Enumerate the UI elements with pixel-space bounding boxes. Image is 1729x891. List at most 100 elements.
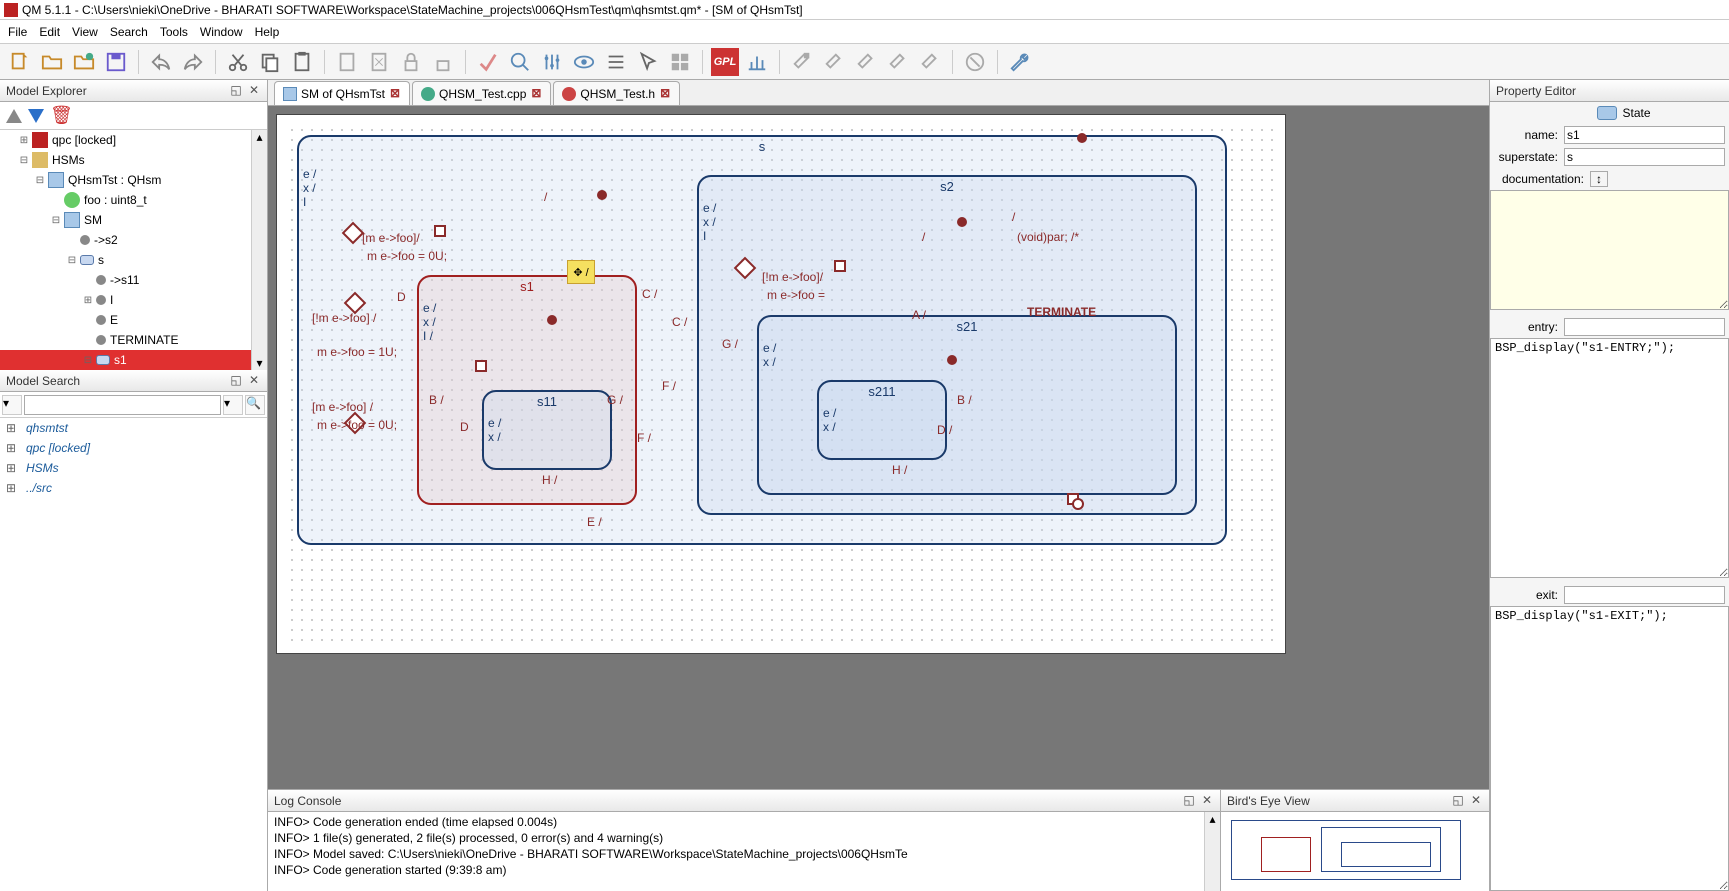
initial-s[interactable] [597, 190, 607, 200]
close-icon[interactable]: ✕ [1200, 794, 1214, 808]
menu-search[interactable]: Search [110, 25, 148, 39]
hammer3-button[interactable] [852, 48, 880, 76]
tree-item-i[interactable]: ⊞I [0, 290, 267, 310]
tree-item-sm[interactable]: ⊟SM [0, 210, 267, 230]
menu-window[interactable]: Window [200, 25, 243, 39]
terminate-pseudo[interactable] [1072, 498, 1084, 510]
grid-button[interactable] [666, 48, 694, 76]
redo-button[interactable] [179, 48, 207, 76]
initial-top[interactable] [1077, 133, 1087, 143]
property-entry-header[interactable] [1564, 318, 1725, 336]
move-cursor-icon[interactable]: ✥ / [567, 260, 595, 284]
tree-item-e[interactable]: E [0, 310, 267, 330]
paste-button[interactable] [288, 48, 316, 76]
close-icon[interactable]: ✕ [247, 374, 261, 388]
menu-view[interactable]: View [72, 25, 98, 39]
close-icon[interactable]: ✕ [1469, 794, 1483, 808]
move-down-icon[interactable] [28, 109, 44, 123]
stop-button[interactable] [961, 48, 989, 76]
initial-s21[interactable] [947, 355, 957, 365]
hammer4-button[interactable] [884, 48, 912, 76]
tree-item-terminate[interactable]: TERMINATE [0, 330, 267, 350]
state-s11[interactable]: s11 e / x / [482, 390, 612, 470]
hammer5-button[interactable] [916, 48, 944, 76]
search-input[interactable] [24, 395, 221, 415]
measure-button[interactable] [743, 48, 771, 76]
search-dropdown2-icon[interactable]: ▾ [223, 395, 243, 415]
move-up-icon[interactable] [6, 109, 22, 123]
tab-sm[interactable]: SM of QHsmTst ⊠ [274, 81, 410, 105]
initial-s1[interactable] [547, 315, 557, 325]
hammer1-button[interactable] [788, 48, 816, 76]
log-console[interactable]: INFO> Code generation ended (time elapse… [268, 812, 1204, 891]
tab-h[interactable]: QHSM_Test.h ⊠ [553, 81, 680, 105]
model-explorer-tree[interactable]: ⊞qpc [locked] ⊟HSMs ⊟QHsmTst : QHsm foo … [0, 130, 267, 370]
search-result-qhsmtst[interactable]: ⊞qhsmtst [0, 418, 267, 438]
clean-marks-button[interactable] [474, 48, 502, 76]
cut-button[interactable] [224, 48, 252, 76]
search-result-qpc[interactable]: ⊞qpc [locked] [0, 438, 267, 458]
pointer-button[interactable] [634, 48, 662, 76]
restore-icon[interactable]: ◱ [1451, 794, 1465, 808]
history-s[interactable] [434, 225, 446, 237]
menu-file[interactable]: File [8, 25, 27, 39]
property-superstate-input[interactable] [1564, 148, 1725, 166]
wrench-button[interactable] [1006, 48, 1034, 76]
new-model-button[interactable] [6, 48, 34, 76]
tree-item-qhsmtst[interactable]: ⊟QHsmTst : QHsm [0, 170, 267, 190]
search-go-icon[interactable]: 🔍 [245, 395, 265, 415]
list-button[interactable] [602, 48, 630, 76]
history-s11[interactable] [475, 360, 487, 372]
tree-item-s[interactable]: ⊟s [0, 250, 267, 270]
property-doc-textarea[interactable] [1490, 190, 1729, 310]
state-s211[interactable]: s211 e / x / [817, 380, 947, 460]
close-icon[interactable]: ✕ [247, 84, 261, 98]
history-s2[interactable] [834, 260, 846, 272]
preview-button[interactable] [570, 48, 598, 76]
property-name-input[interactable] [1564, 126, 1725, 144]
close-icon[interactable]: ⊠ [659, 88, 671, 100]
property-exit-header[interactable] [1564, 586, 1725, 604]
initial-s2[interactable] [957, 217, 967, 227]
copy-button[interactable] [256, 48, 284, 76]
clean-button[interactable] [365, 48, 393, 76]
scrollbar[interactable]: ▴ [1204, 812, 1220, 891]
tree-item-to-s11[interactable]: ->s11 [0, 270, 267, 290]
search-dropdown-icon[interactable]: ▾ [2, 395, 22, 415]
close-icon[interactable]: ⊠ [530, 88, 542, 100]
search-result-src[interactable]: ⊞../src [0, 478, 267, 498]
restore-icon[interactable]: ◱ [229, 84, 243, 98]
tree-item-hsms[interactable]: ⊟HSMs [0, 150, 267, 170]
restore-icon[interactable]: ◱ [1182, 794, 1196, 808]
search-results[interactable]: ⊞qhsmtst ⊞qpc [locked] ⊞HSMs ⊞../src [0, 418, 267, 891]
property-entry-code[interactable] [1490, 338, 1729, 578]
tree-item-qpc[interactable]: ⊞qpc [locked] [0, 130, 267, 150]
close-icon[interactable]: ⊠ [389, 88, 401, 100]
menu-help[interactable]: Help [255, 25, 280, 39]
search-result-hsms[interactable]: ⊞HSMs [0, 458, 267, 478]
undo-button[interactable] [147, 48, 175, 76]
delete-icon[interactable]: 🗑 [50, 105, 73, 126]
open-recent-button[interactable] [70, 48, 98, 76]
expand-icon[interactable]: ↕ [1590, 171, 1608, 187]
open-model-button[interactable] [38, 48, 66, 76]
restore-icon[interactable]: ◱ [229, 374, 243, 388]
menu-edit[interactable]: Edit [39, 25, 60, 39]
property-exit-code[interactable] [1490, 606, 1729, 891]
hammer2-button[interactable] [820, 48, 848, 76]
diagram-canvas[interactable]: s e / x / I s1 e / x / I / [268, 106, 1489, 789]
tree-item-s1[interactable]: ⊟s1 [0, 350, 267, 370]
zoom-button[interactable] [506, 48, 534, 76]
lock-button[interactable] [397, 48, 425, 76]
birdseye-view[interactable] [1221, 812, 1489, 891]
unlock-button[interactable] [429, 48, 457, 76]
save-button[interactable] [102, 48, 130, 76]
tree-item-to-s2[interactable]: ->s2 [0, 230, 267, 250]
tab-cpp[interactable]: QHSM_Test.cpp ⊠ [412, 81, 551, 105]
tree-item-foo[interactable]: foo : uint8_t [0, 190, 267, 210]
document-button[interactable] [333, 48, 361, 76]
scrollbar[interactable]: ▴ ▾ [251, 130, 267, 370]
gpl-button[interactable]: GPL [711, 48, 739, 76]
settings-button[interactable] [538, 48, 566, 76]
menu-tools[interactable]: Tools [160, 25, 188, 39]
